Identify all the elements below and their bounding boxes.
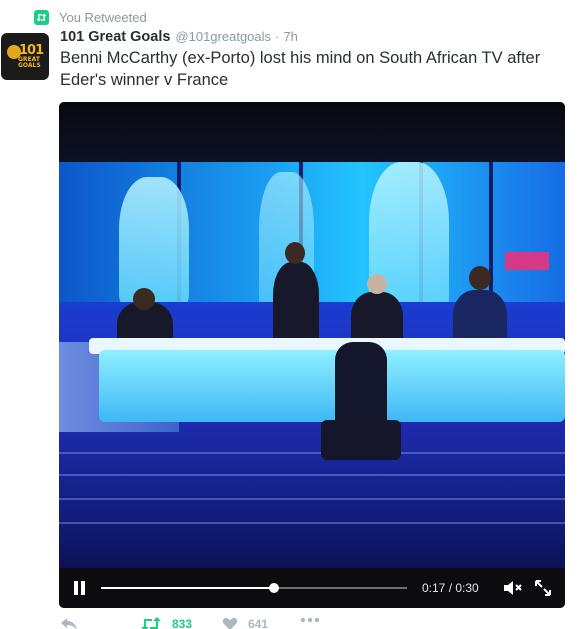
video-progress-bar[interactable]: [101, 583, 407, 593]
heart-icon: [222, 617, 238, 629]
reply-button[interactable]: [60, 617, 78, 629]
video-duration: 0:30: [455, 581, 479, 595]
video-scrubber-handle[interactable]: [269, 583, 280, 593]
video-progress-fill: [101, 587, 275, 589]
fullscreen-icon: [535, 580, 551, 596]
more-icon: [300, 617, 320, 623]
tweet-card[interactable]: You Retweeted 101 GREAT GOALS 101 Great …: [0, 0, 579, 629]
like-count: 641: [248, 617, 269, 629]
retweet-context-label: You Retweeted: [59, 9, 147, 25]
muted-speaker-icon: [504, 581, 522, 595]
retweet-icon: [34, 9, 49, 25]
avatar-logo-text: GREAT GOALS: [18, 56, 41, 69]
video-frame[interactable]: [59, 102, 565, 568]
mute-button[interactable]: [503, 579, 523, 597]
reply-icon: [61, 618, 77, 629]
retweet-context: You Retweeted: [34, 8, 147, 26]
video-current-time: 0:17: [422, 581, 446, 595]
video-player[interactable]: 0:17 / 0:30: [59, 102, 565, 608]
fullscreen-button[interactable]: [533, 578, 553, 598]
pause-icon: [74, 581, 78, 595]
tweet-header: 101 Great Goals @101greatgoals · 7h: [60, 29, 298, 49]
more-button[interactable]: [300, 617, 320, 623]
author-username[interactable]: @101greatgoals: [175, 29, 271, 44]
video-controls: 0:17 / 0:30: [59, 568, 565, 608]
pause-button[interactable]: [74, 581, 86, 595]
tweet-timestamp[interactable]: 7h: [283, 29, 297, 44]
retweet-icon: [141, 617, 161, 629]
like-button[interactable]: 641: [222, 617, 268, 629]
retweet-count: 833: [172, 617, 193, 629]
author-fullname[interactable]: 101 Great Goals: [60, 29, 170, 45]
tweet-text: Benni McCarthy (ex-Porto) lost his mind …: [60, 49, 541, 89]
retweet-button[interactable]: 833: [140, 617, 192, 629]
header-separator: ·: [275, 29, 280, 44]
tweet-actions: 833 641: [60, 617, 560, 629]
video-time: 0:17 / 0:30: [422, 581, 479, 595]
avatar[interactable]: 101 GREAT GOALS: [1, 33, 49, 80]
